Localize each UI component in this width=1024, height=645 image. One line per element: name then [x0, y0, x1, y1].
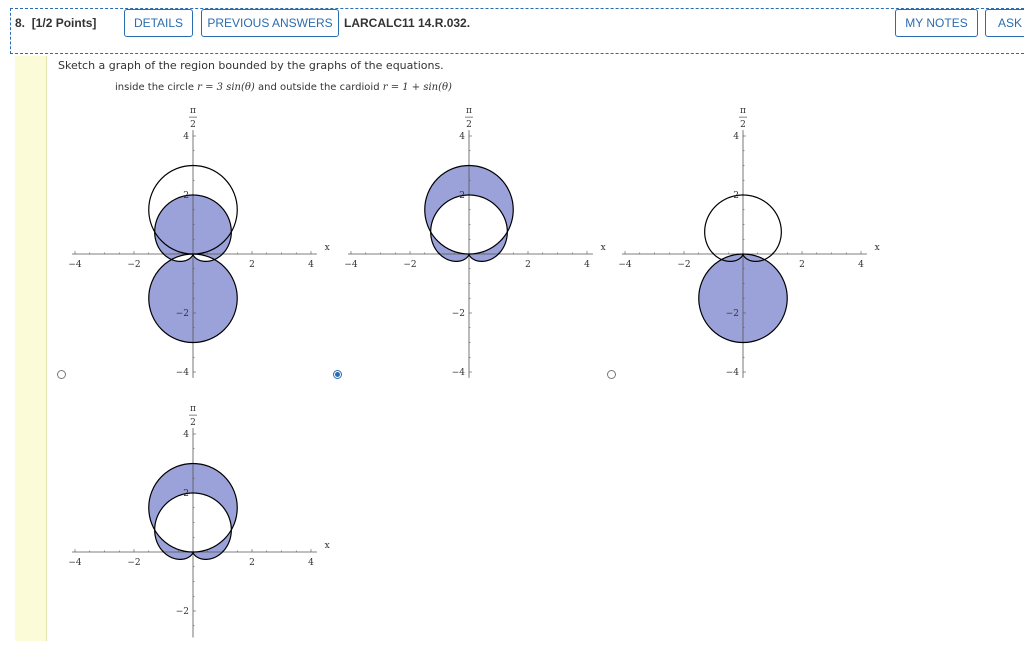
question-prompt: Sketch a graph of the region bounded by … — [58, 59, 444, 72]
x-axis-label: x — [875, 243, 880, 253]
previous-answers-button[interactable]: PREVIOUS ANSWERS — [201, 9, 339, 37]
pi-label: π — [190, 106, 196, 116]
question-number: 8. [1/2 Points] — [15, 16, 97, 30]
x-tick-label: −4 — [618, 260, 632, 270]
x-tick-label: −2 — [403, 260, 416, 270]
x-axis-label: x — [325, 541, 330, 551]
x-tick-label: −2 — [677, 260, 690, 270]
option-c-radio[interactable] — [607, 370, 616, 379]
y-tick-label: 4 — [183, 132, 189, 142]
y-tick-label: −4 — [452, 368, 466, 378]
y-tick-label: −4 — [176, 368, 190, 378]
two-label: 2 — [466, 120, 472, 130]
ask-your-teacher-button[interactable]: ASK Y — [985, 9, 1024, 37]
details-button[interactable]: DETAILS — [124, 9, 193, 37]
x-tick-label: 2 — [799, 260, 805, 270]
graph-option-a: −4 −2 2 4x42−2−4π2 — [68, 106, 330, 378]
x-axis-label: x — [601, 243, 606, 253]
option-a-radio[interactable] — [57, 370, 66, 379]
x-tick-label: 2 — [249, 260, 255, 270]
y-tick-label: −2 — [452, 309, 465, 319]
y-tick-label: −2 — [726, 309, 739, 319]
x-tick-label: 2 — [525, 260, 531, 270]
y-tick-label: 4 — [183, 430, 189, 440]
option-b-radio[interactable] — [333, 370, 342, 379]
x-tick-label: 4 — [308, 260, 314, 270]
two-label: 2 — [190, 120, 196, 130]
problem-reference: LARCALC11 14.R.032. — [344, 16, 471, 30]
y-tick-label: −2 — [176, 607, 189, 617]
y-tick-label: −4 — [726, 368, 740, 378]
answer-status-bar — [15, 56, 47, 641]
x-tick-label: 2 — [249, 558, 255, 568]
x-tick-label: −4 — [68, 260, 82, 270]
two-label: 2 — [190, 418, 196, 428]
y-tick-label: −2 — [176, 309, 189, 319]
x-tick-label: −2 — [127, 260, 140, 270]
y-tick-label: 4 — [733, 132, 739, 142]
x-tick-label: −4 — [68, 558, 82, 568]
x-tick-label: 4 — [858, 260, 864, 270]
pi-label: π — [466, 106, 472, 116]
graph-option-c: −4 −2 2 4x42−2−4π2 — [618, 106, 880, 378]
x-tick-label: −4 — [344, 260, 358, 270]
x-axis-label: x — [325, 243, 330, 253]
y-tick-label: 4 — [459, 132, 465, 142]
pi-label: π — [190, 404, 196, 414]
x-tick-label: −2 — [127, 558, 140, 568]
my-notes-button[interactable]: MY NOTES — [895, 9, 978, 37]
pi-label: π — [740, 106, 746, 116]
x-tick-label: 4 — [584, 260, 590, 270]
x-tick-label: 4 — [308, 558, 314, 568]
two-label: 2 — [740, 120, 746, 130]
graph-option-d: −4 −2 2 4x42−2π2 — [68, 404, 330, 638]
graph-option-b: −4 −2 2 4x42−2−4π2 — [344, 106, 606, 378]
